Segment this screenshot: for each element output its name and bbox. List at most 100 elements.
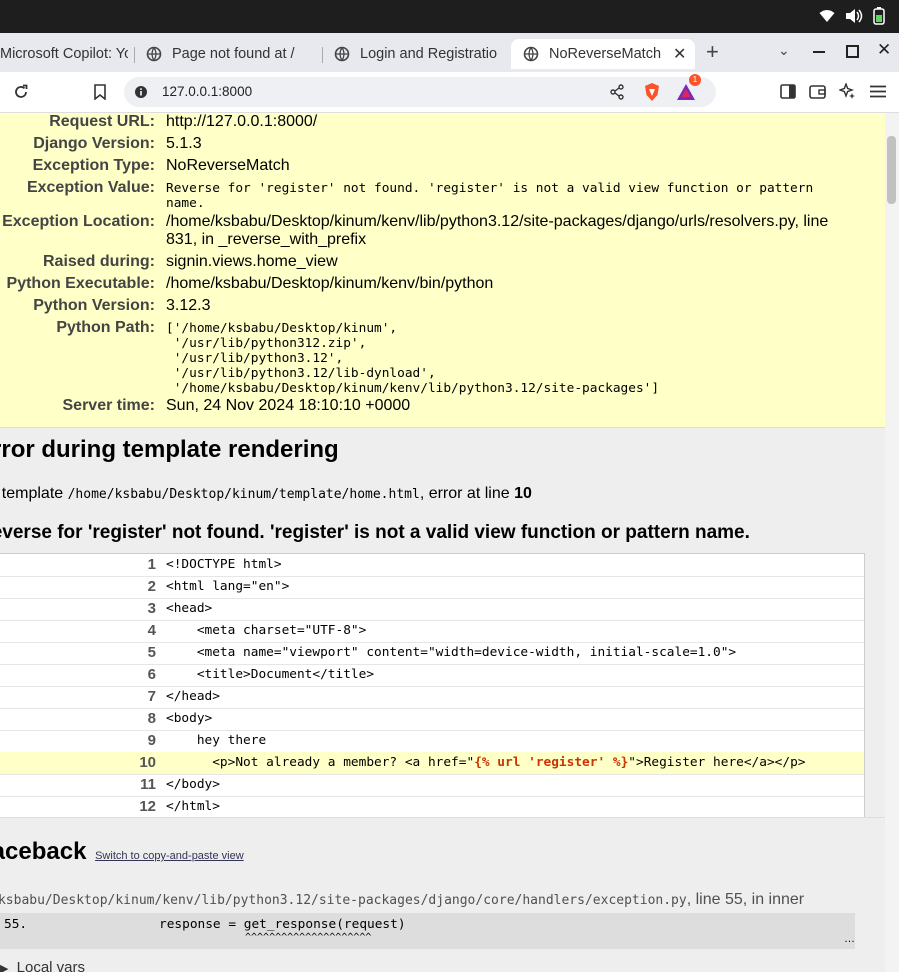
line-number: 9 [147,732,156,749]
line-number: 2 [147,578,156,595]
line-code: hey there [166,733,267,748]
tab-list-chevron-icon[interactable]: ⌄ [778,42,790,59]
tab-strip: Microsoft Copilot: Yo Page not found at … [0,33,899,72]
share-icon[interactable] [609,84,625,100]
line-number: 11 [140,776,156,793]
source-line: 1 <!DOCTYPE html> [0,554,864,577]
site-info-icon[interactable] [134,85,148,99]
source-line: 2 <html lang="en"> [0,576,864,599]
globe-icon [146,46,162,62]
new-tab-icon[interactable]: + [706,39,719,65]
close-window-icon[interactable]: ✕ [877,40,891,60]
line-code: <title>Document</title> [166,667,375,682]
address-bar[interactable]: 127.0.0.1:8000 1 [124,74,716,107]
page-content: Request URL: http://127.0.0.1:8000/ Djan… [0,113,885,972]
row-value: /home/ksbabu/Desktop/kinum/kenv/bin/pyth… [166,275,494,292]
row-value: signin.views.home_view [166,253,338,270]
source-line: 7 </head> [0,686,864,709]
source-line: 4 <meta charset="UTF-8"> [0,620,864,643]
tab-page-not-found[interactable]: Page not found at / [146,39,312,69]
source-line: 6 <title>Document</title> [0,664,864,687]
source-line: 9 hey there [0,730,864,753]
page-scrollbar[interactable] [885,113,899,972]
tab-divider [134,47,135,63]
line-number: 5 [147,644,156,661]
maximize-icon[interactable] [846,45,859,58]
system-top-bar [0,0,899,33]
error-at-label: , error at line [419,485,510,502]
brave-shields-icon[interactable] [643,82,661,102]
template-error-location: In template /home/ksbabu/Desktop/kinum/t… [0,485,532,503]
line-code: </html> [166,799,220,814]
traceback-frame-context[interactable]: 55. response = get_response(request) ^^^… [0,913,855,949]
line-number: 12 [139,798,156,815]
code-error-highlight: {% url 'register' %} [474,755,629,770]
reload-icon[interactable] [13,84,29,100]
row-value: ['/home/ksbabu/Desktop/kinum', '/usr/lib… [166,321,660,396]
source-line-error: 10 <p>Not already a member? <a href="{% … [0,752,864,775]
line-number: 10 [139,754,156,771]
wallet-icon[interactable] [809,84,826,99]
frame-line-number: 55. [4,917,28,932]
row-value: 3.12.3 [166,297,211,314]
close-tab-icon[interactable]: ✕ [673,44,686,64]
row-key: Raised during: [42,253,155,270]
row-value: NoReverseMatch [166,157,290,174]
traceback-file: /home/ksbabu/Desktop/kinum/kenv/lib/pyth… [0,891,804,909]
line-code: <head> [166,601,213,616]
exception-summary: Request URL: http://127.0.0.1:8000/ Djan… [0,113,885,428]
row-key: Django Version: [33,135,155,152]
frame-expand-ellipsis[interactable]: … [844,933,855,945]
row-key: Exception Value: [26,179,155,196]
tab-label: Page not found at / [172,46,295,62]
row-key: Python Version: [33,297,155,314]
sidebar-toggle-icon[interactable] [780,84,796,99]
globe-icon [334,46,350,62]
template-path: /home/ksbabu/Desktop/kinum/template/home… [67,487,420,502]
row-value: /home/ksbabu/Desktop/kinum/kenv/lib/pyth… [166,213,829,248]
frame-carets: ^^^^^^^^^^^^^^^^^^^^^ [245,932,372,943]
switch-to-copy-paste-link[interactable]: Switch to copy-and-paste view [95,850,244,862]
tab-copilot[interactable]: Microsoft Copilot: Yo [0,39,128,69]
tab-login-registration[interactable]: Login and Registratio [334,39,500,69]
local-vars-toggle[interactable]: ▶ Local vars [0,959,85,972]
source-line: 12 </html> [0,796,864,818]
line-code: <body> [166,711,213,726]
row-key: Exception Type: [32,157,155,174]
bookmark-icon[interactable] [93,84,107,100]
traceback-file-path: /home/ksbabu/Desktop/kinum/kenv/lib/pyth… [0,893,687,908]
volume-icon[interactable] [845,8,863,24]
row-key: Server time: [62,397,156,414]
local-vars-label: Local vars [16,959,86,972]
row-value: 5.1.3 [166,135,202,152]
leo-ai-icon[interactable] [839,83,856,100]
line-number: 4 [147,622,156,639]
tab-divider [322,47,323,63]
source-line: 8 <body> [0,708,864,731]
template-source: 1 <!DOCTYPE html> 2 <html lang="en"> 3 <hea… [0,553,865,819]
triangle-right-icon: ▶ [0,963,9,972]
line-number: 8 [147,710,156,727]
line-code: <meta name="viewport" content="width=dev… [166,645,737,660]
battery-icon[interactable] [873,7,885,25]
code-after: ">Register here</a></p> [628,755,806,770]
traceback-title: Traceback [0,838,87,865]
address-text[interactable]: 127.0.0.1:8000 [162,84,252,99]
minimize-icon[interactable] [813,51,825,53]
page-scrollbar-thumb[interactable] [887,136,896,204]
globe-icon [523,46,539,62]
line-number: 7 [147,688,156,705]
line-number: 1 [147,556,156,573]
row-value: Sun, 24 Nov 2024 18:10:10 +0000 [166,397,411,414]
row-key: Python Path: [56,319,155,336]
row-key: Request URL: [49,113,155,130]
traceback-file-suffix: , line 55, in inner [686,891,805,908]
template-error-message: Reverse for 'register' not found. 'regis… [0,522,750,543]
wifi-icon[interactable] [819,9,835,23]
tab-noreversematch[interactable]: NoReverseMatch ✕ [511,39,695,69]
row-value: http://127.0.0.1:8000/ [166,113,318,130]
line-code: </body> [166,777,220,792]
code-before: <p>Not already a member? <a href=" [166,755,475,770]
menu-icon[interactable] [870,85,886,98]
row-key: Python Executable: [6,275,155,292]
